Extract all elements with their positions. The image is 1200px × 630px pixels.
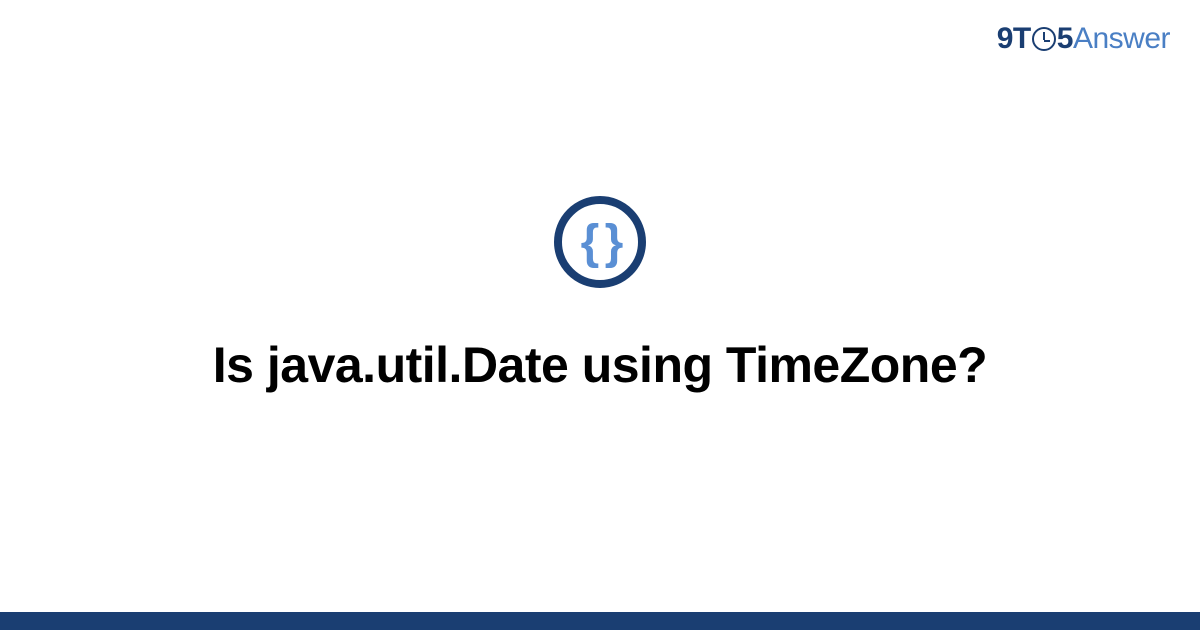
page-title: Is java.util.Date using TimeZone?	[213, 336, 987, 394]
code-braces-icon: { }	[581, 215, 620, 270]
footer-bar	[0, 612, 1200, 630]
main-content: { } Is java.util.Date using TimeZone?	[0, 0, 1200, 630]
category-icon-circle: { }	[554, 196, 646, 288]
